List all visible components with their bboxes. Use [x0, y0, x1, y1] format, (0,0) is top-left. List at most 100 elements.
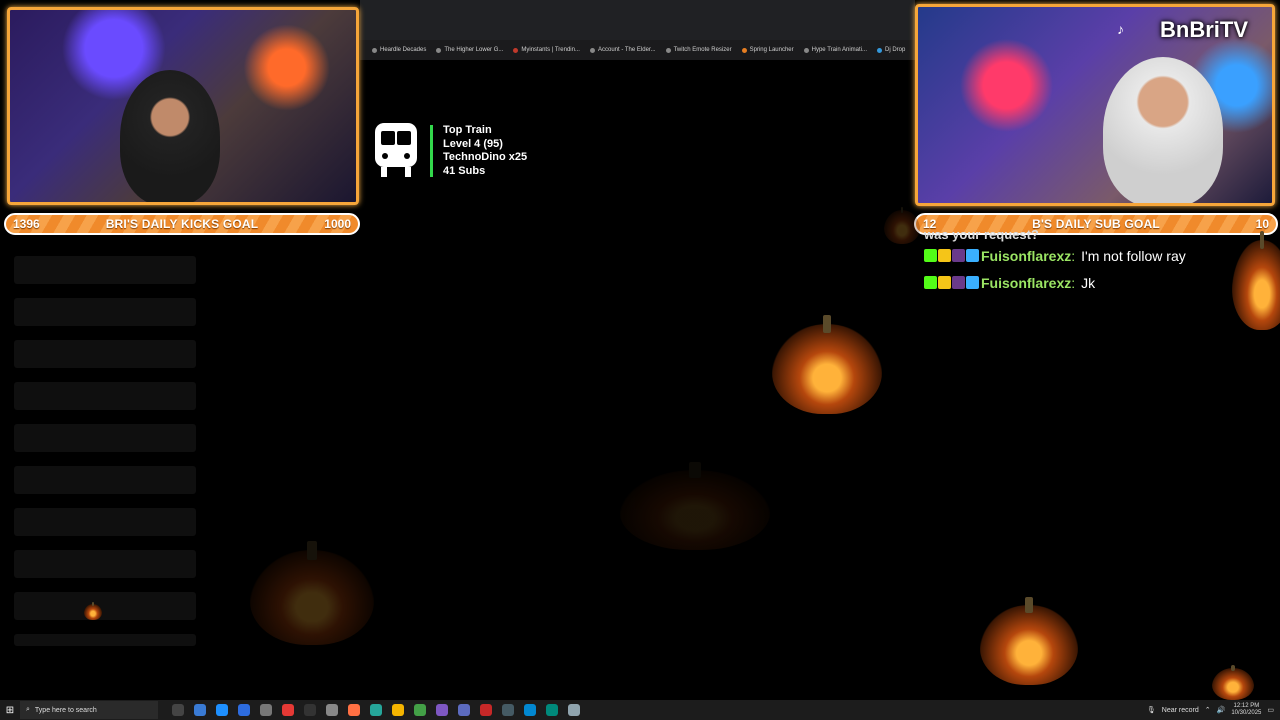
bookmark-item[interactable]: Myinstants | Trendin... [513, 47, 580, 53]
gem-badge-icon [966, 276, 979, 289]
browser-tabstrip [360, 18, 915, 40]
search-icon: ⌕ [26, 706, 30, 713]
browser-titlebar [360, 0, 915, 18]
app-icon[interactable] [436, 704, 448, 716]
hype-train-widget: Top Train Level 4 (95) TechnoDino x25 41… [372, 123, 527, 178]
app-icon[interactable] [370, 704, 382, 716]
chat-colon: : [1071, 247, 1076, 264]
bookmark-icon [513, 47, 519, 53]
bookmark-icon [589, 47, 595, 53]
train-subs: 41 Subs [443, 164, 486, 177]
bookmark-item[interactable]: Twitch Emote Resizer [665, 47, 732, 53]
app-icon[interactable] [546, 704, 558, 716]
list-placeholder [14, 592, 196, 620]
webcam-right: ♪ BnBriTV [915, 4, 1275, 206]
bookmark-icon [741, 47, 747, 53]
list-placeholder [14, 382, 196, 410]
pumpkin-decoration [772, 315, 882, 414]
tiktok-icon: ♪ [1117, 21, 1124, 37]
spider-badge-icon [952, 249, 965, 262]
streamer-figure [1103, 57, 1223, 203]
bookmark-item[interactable]: Heardle Decades [372, 47, 426, 53]
list-placeholder [14, 634, 196, 646]
chat-username[interactable]: Fuisonflarexz [981, 275, 1071, 291]
spider-badge-icon [952, 276, 965, 289]
pumpkin-decoration [1212, 664, 1254, 700]
bookmark-icon [877, 47, 882, 53]
pumpkin-decoration [620, 462, 770, 550]
chat-colon: : [1071, 274, 1076, 291]
chrome-icon[interactable] [392, 704, 404, 716]
chevron-up-icon[interactable]: ⌃ [1205, 706, 1211, 714]
train-icon [372, 123, 420, 177]
goal-title: B'S DAILY SUB GOAL [1032, 217, 1160, 231]
chat-message: Fuisonflarexz : Jk [924, 269, 1224, 296]
train-title: Top Train [443, 124, 492, 136]
goal-target: 10 [1255, 217, 1269, 231]
list-placeholder [14, 550, 196, 578]
bookmark-item[interactable]: The Higher Lower G... [436, 47, 503, 53]
kick-badge-icon [924, 276, 937, 289]
tray-label[interactable]: Near record [1162, 707, 1199, 714]
app-icon[interactable] [216, 704, 228, 716]
app-icon[interactable] [502, 704, 514, 716]
chat-text: I'm not follow ray [1081, 247, 1186, 264]
app-icon[interactable] [524, 704, 536, 716]
chat-cut-line: was your request? [924, 230, 1039, 242]
search-placeholder: Type here to search [34, 706, 97, 714]
goal-target: 1000 [324, 217, 351, 231]
notification-icon[interactable]: ▭ [1267, 706, 1274, 714]
goal-current: 1396 [13, 217, 40, 231]
list-placeholder [14, 508, 196, 536]
bookmark-icon [372, 47, 377, 53]
channel-name: BnBriTV [1160, 17, 1248, 42]
app-icon[interactable] [480, 704, 492, 716]
bookmark-icon [665, 47, 671, 53]
app-icon[interactable] [282, 704, 294, 716]
goal-current: 12 [923, 217, 937, 231]
bookmark-item[interactable]: Account - The Elder... [589, 47, 656, 53]
app-icon[interactable] [568, 704, 580, 716]
app-icon[interactable] [304, 704, 316, 716]
system-tray: 🎙 Near record ⌃ 🔊 12:12 PM 10/30/2025 ▭ [1147, 703, 1280, 717]
app-icon[interactable] [260, 704, 272, 716]
bookmark-icon [803, 47, 809, 53]
pumpkin-decoration [250, 540, 374, 645]
taskbar-search[interactable]: ⌕ Type here to search [20, 701, 158, 719]
goal-title: BRI'S DAILY KICKS GOAL [105, 217, 259, 231]
bookmark-item[interactable]: Hype Train Animati... [803, 47, 867, 53]
list-placeholder [14, 256, 196, 284]
bookmark-item[interactable]: Spring Launcher [741, 47, 794, 53]
windows-start-icon[interactable]: ⊞ [0, 705, 20, 716]
app-icon[interactable] [194, 704, 206, 716]
train-accent-bar [430, 125, 433, 177]
streamer-figure [120, 70, 220, 202]
app-icon[interactable] [326, 704, 338, 716]
pumpkin-decoration [84, 602, 102, 620]
taskbar: ⊞ ⌕ Type here to search 🎙 Near record ⌃ … [0, 700, 1280, 720]
volume-icon[interactable]: 🔊 [1217, 706, 1226, 714]
bookmark-item[interactable]: Dj Drop [877, 47, 905, 53]
app-icon[interactable] [458, 704, 470, 716]
crown-badge-icon [938, 276, 951, 289]
task-view-icon[interactable] [172, 704, 184, 716]
clock[interactable]: 12:12 PM 10/30/2025 [1231, 703, 1261, 717]
mic-icon[interactable]: 🎙 [1147, 706, 1156, 714]
list-placeholder [14, 424, 196, 452]
bookmark-icon [436, 47, 442, 53]
crown-badge-icon [938, 249, 951, 262]
chat-text: Jk [1081, 274, 1096, 291]
kick-badge-icon [924, 249, 937, 262]
kicks-goal-bar: 1396 BRI'S DAILY KICKS GOAL 1000 [4, 213, 360, 235]
chat-username[interactable]: Fuisonflarexz [981, 248, 1071, 264]
app-icon[interactable] [238, 704, 250, 716]
pumpkin-decoration [884, 206, 920, 244]
pumpkin-decoration [980, 597, 1078, 685]
app-icon[interactable] [348, 704, 360, 716]
gem-badge-icon [966, 249, 979, 262]
webcam-left [7, 7, 359, 205]
list-placeholder [14, 466, 196, 494]
app-icon[interactable] [414, 704, 426, 716]
train-level: Level 4 (95) [443, 137, 503, 150]
list-placeholder [14, 298, 196, 326]
